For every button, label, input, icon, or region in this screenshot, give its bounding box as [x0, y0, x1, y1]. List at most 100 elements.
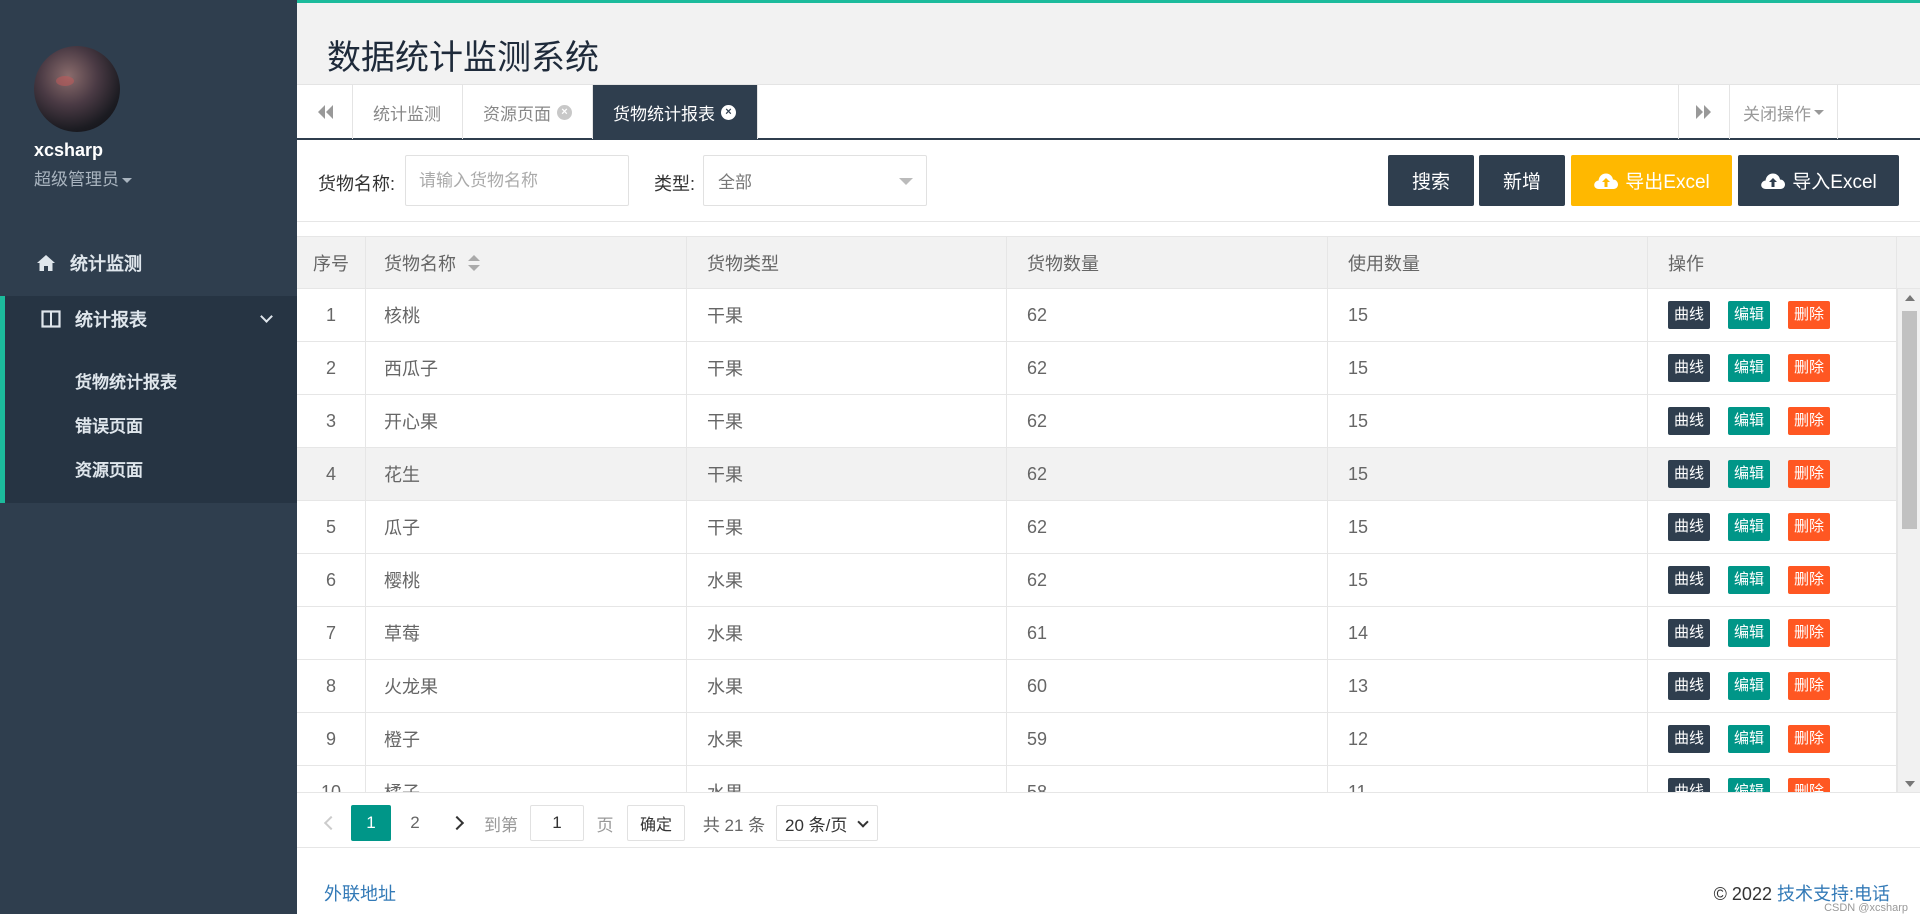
avatar[interactable] — [34, 46, 120, 132]
type-select-value: 全部 — [718, 173, 752, 192]
cloud-upload-icon — [1761, 173, 1786, 189]
edit-button[interactable]: 编辑 — [1728, 301, 1771, 329]
curve-button[interactable]: 曲线 — [1668, 725, 1711, 753]
triangle-down-icon — [899, 178, 913, 185]
table-row[interactable]: 10橘子水果5811 曲线 编辑 删除 — [297, 766, 1920, 792]
sidebar-item-monitor[interactable]: 统计监测 — [0, 240, 297, 286]
search-button[interactable]: 搜索 — [1388, 155, 1474, 206]
prev-page-button[interactable] — [315, 805, 347, 841]
cell-actions: 曲线 编辑 删除 — [1648, 660, 1897, 712]
page-button-2[interactable]: 2 — [395, 805, 435, 841]
table-row[interactable]: 6 樱桃 水果 62 15 曲线 编辑 删除 — [297, 554, 1920, 607]
cell-goods-quantity: 62 — [1007, 395, 1328, 447]
sidebar-submenu: 货物统计报表 错误页面 资源页面 — [0, 341, 297, 503]
edit-button[interactable]: 编辑 — [1728, 778, 1771, 792]
type-select[interactable]: 全部 — [703, 155, 927, 206]
curve-button[interactable]: 曲线 — [1668, 778, 1711, 792]
tab-close-icon[interactable]: × — [557, 104, 572, 120]
delete-button[interactable]: 删除 — [1788, 778, 1831, 792]
curve-button[interactable]: 曲线 — [1668, 354, 1711, 382]
table-row[interactable]: 1 核桃 干果 62 15 曲线 编辑 删除 — [297, 289, 1920, 342]
scroll-down-arrow-icon[interactable] — [1905, 781, 1915, 787]
scroll-up-arrow-icon[interactable] — [1905, 295, 1915, 301]
chevron-down-icon — [857, 816, 869, 828]
table-row[interactable]: 4 花生 干果 62 15 曲线 编辑 删除 — [297, 448, 1920, 501]
chevron-right-icon — [449, 815, 465, 831]
column-header-goods-name[interactable]: 货物名称 — [366, 237, 687, 288]
column-header-goods-quantity: 货物数量 — [1007, 237, 1328, 288]
goto-confirm-button[interactable]: 确定 — [627, 805, 686, 841]
delete-button[interactable]: 删除 — [1788, 301, 1831, 329]
curve-button[interactable]: 曲线 — [1668, 672, 1711, 700]
cell-goods-type: 水果 — [687, 713, 1007, 765]
tab-goods-report[interactable]: 货物统计报表 × — [593, 85, 758, 139]
edit-button[interactable]: 编辑 — [1728, 566, 1771, 594]
close-operations-dropdown[interactable]: 关闭操作 — [1730, 85, 1838, 139]
cell-goods-quantity: 62 — [1007, 342, 1328, 394]
export-excel-button[interactable]: 导出Excel — [1571, 155, 1732, 206]
sidebar-subitem-error-page[interactable]: 错误页面 — [75, 412, 143, 437]
external-link[interactable]: 外联地址 — [324, 880, 396, 906]
chevron-left-icon — [323, 815, 339, 831]
sidebar-item-reports[interactable]: 统计报表 — [0, 296, 297, 342]
user-role-dropdown[interactable]: 超级管理员 — [34, 165, 132, 190]
page-button-1[interactable]: 1 — [351, 805, 391, 841]
cell-actions: 曲线 编辑 删除 — [1648, 448, 1897, 500]
support-link[interactable]: 技术支持:电话 — [1777, 884, 1890, 904]
delete-button[interactable]: 删除 — [1788, 619, 1831, 647]
sort-icon[interactable] — [468, 254, 480, 271]
edit-button[interactable]: 编辑 — [1728, 354, 1771, 382]
delete-button[interactable]: 删除 — [1788, 513, 1831, 541]
edit-button[interactable]: 编辑 — [1728, 513, 1771, 541]
table-row[interactable]: 3 开心果 干果 62 15 曲线 编辑 删除 — [297, 395, 1920, 448]
tab-scroll-left-button[interactable] — [297, 85, 353, 139]
cell-index: 9 — [297, 713, 366, 765]
curve-button[interactable]: 曲线 — [1668, 513, 1711, 541]
edit-button[interactable]: 编辑 — [1728, 460, 1771, 488]
curve-button[interactable]: 曲线 — [1668, 460, 1711, 488]
curve-button[interactable]: 曲线 — [1668, 301, 1711, 329]
edit-button[interactable]: 编辑 — [1728, 672, 1771, 700]
cell-goods-quantity: 62 — [1007, 501, 1328, 553]
import-excel-button[interactable]: 导入Excel — [1738, 155, 1899, 206]
curve-button[interactable]: 曲线 — [1668, 619, 1711, 647]
tab-close-icon[interactable]: × — [721, 104, 736, 120]
goods-name-input[interactable] — [405, 155, 629, 206]
scrollbar-thumb[interactable] — [1902, 311, 1917, 529]
table-row[interactable]: 8 火龙果 水果 60 13 曲线 编辑 删除 — [297, 660, 1920, 713]
cell-goods-quantity: 60 — [1007, 660, 1328, 712]
table-row[interactable]: 2 西瓜子 干果 62 15 曲线 编辑 删除 — [297, 342, 1920, 395]
tab-monitor[interactable]: 统计监测 — [353, 85, 463, 139]
page-size-select[interactable]: 20 条/页 — [776, 805, 878, 841]
delete-button[interactable]: 删除 — [1788, 672, 1831, 700]
tab-label: 统计监测 — [373, 104, 441, 124]
delete-button[interactable]: 删除 — [1788, 354, 1831, 382]
curve-button[interactable]: 曲线 — [1668, 407, 1711, 435]
delete-button[interactable]: 删除 — [1788, 566, 1831, 594]
cell-used-quantity: 15 — [1328, 342, 1648, 394]
add-button[interactable]: 新增 — [1479, 155, 1565, 206]
table-scrollbar[interactable] — [1897, 289, 1920, 792]
table-row[interactable]: 7 草莓 水果 61 14 曲线 编辑 删除 — [297, 607, 1920, 660]
tab-resource[interactable]: 资源页面 × — [463, 85, 593, 139]
edit-button[interactable]: 编辑 — [1728, 407, 1771, 435]
tab-scroll-right-button[interactable] — [1678, 85, 1730, 139]
cell-index: 5 — [297, 501, 366, 553]
cloud-upload-icon — [1594, 173, 1619, 189]
curve-button[interactable]: 曲线 — [1668, 566, 1711, 594]
page-size-value: 20 条/页 — [785, 815, 848, 835]
table-row[interactable]: 5 瓜子 干果 62 15 曲线 编辑 删除 — [297, 501, 1920, 554]
delete-button[interactable]: 删除 — [1788, 407, 1831, 435]
goto-page-input[interactable] — [530, 805, 584, 841]
table-row[interactable]: 9 橙子 水果 59 12 曲线 编辑 删除 — [297, 713, 1920, 766]
edit-button[interactable]: 编辑 — [1728, 619, 1771, 647]
cell-goods-type: 水果 — [687, 607, 1007, 659]
sidebar-subitem-goods-report[interactable]: 货物统计报表 — [75, 368, 177, 393]
delete-button[interactable]: 删除 — [1788, 460, 1831, 488]
top-accent-line — [297, 0, 1920, 3]
column-header-scroll-gutter — [1897, 237, 1920, 288]
edit-button[interactable]: 编辑 — [1728, 725, 1771, 753]
delete-button[interactable]: 删除 — [1788, 725, 1831, 753]
next-page-button[interactable] — [441, 805, 473, 841]
sidebar-subitem-resource-page[interactable]: 资源页面 — [75, 456, 143, 481]
